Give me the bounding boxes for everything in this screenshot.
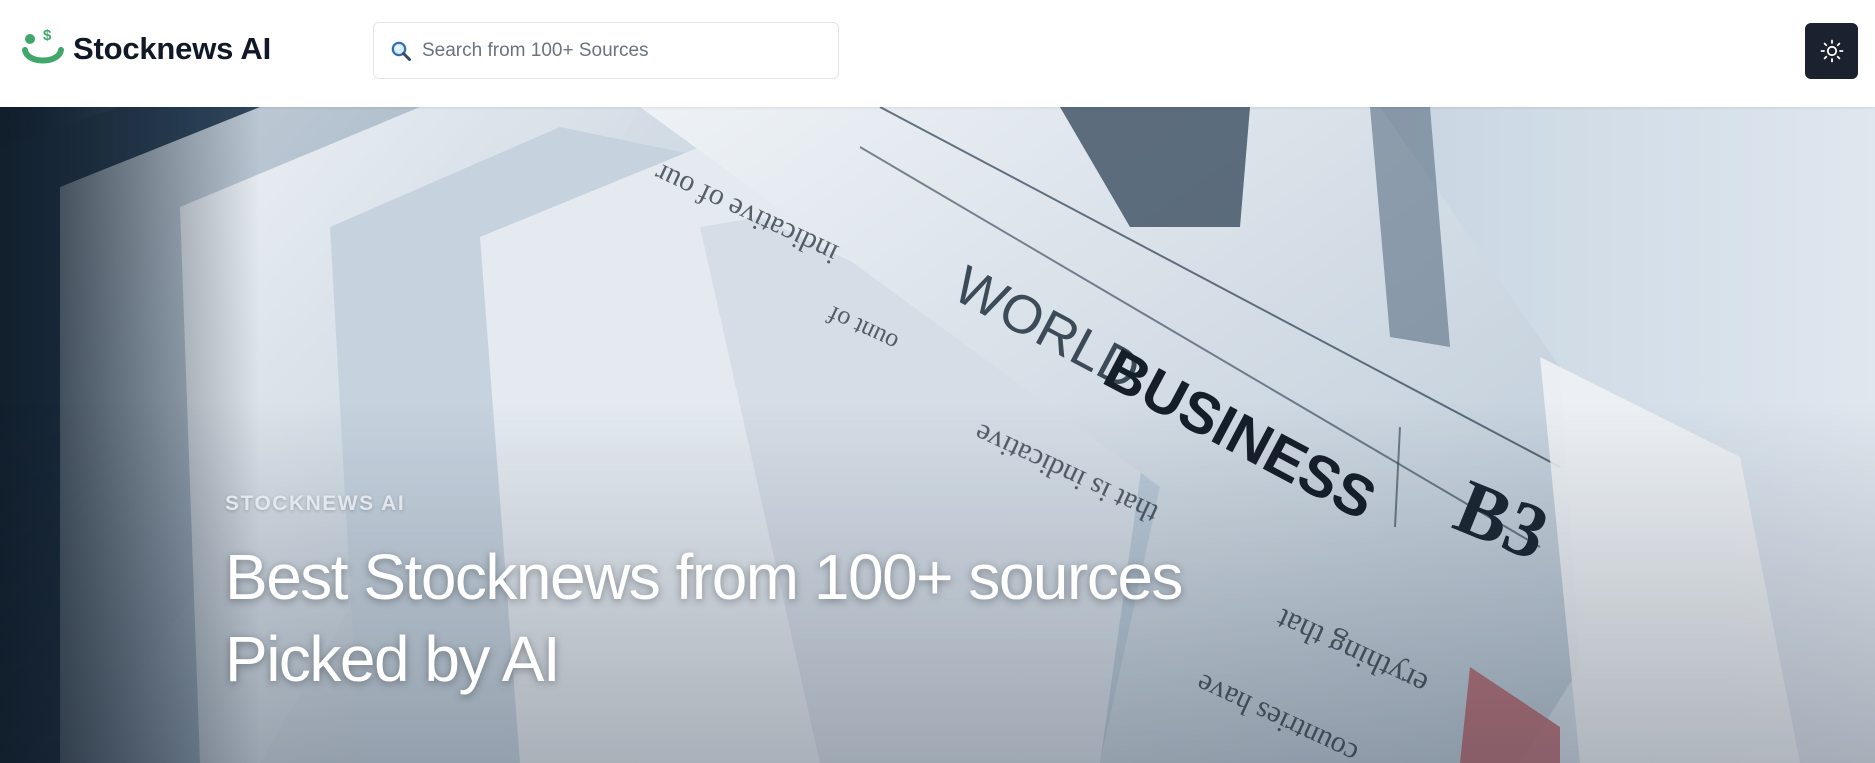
hero-eyebrow: STOCKNEWS AI: [225, 492, 406, 515]
svg-text:$: $: [43, 27, 52, 44]
hero-headline-line-1: Best Stocknews from 100+ sources: [225, 541, 1183, 613]
hero-headline-line-2: Picked by AI: [225, 623, 561, 695]
theme-toggle-button[interactable]: [1805, 23, 1858, 79]
hero-banner: WORLD BUSINESS B3 indicative of our ount…: [0, 107, 1875, 763]
brand-logo-link[interactable]: $ Stocknews AI: [21, 26, 271, 72]
search-icon: [391, 41, 411, 61]
hero-headline: Best Stocknews from 100+ sources Picked …: [225, 536, 1325, 700]
hero-content: STOCKNEWS AI Best Stocknews from 100+ so…: [225, 492, 1325, 700]
smile-dollar-icon: $: [22, 27, 64, 64]
sun-icon: [1820, 39, 1843, 63]
search-box[interactable]: [373, 22, 839, 79]
search-input[interactable]: [422, 39, 822, 62]
brand-name: Stocknews AI: [73, 31, 272, 66]
top-navbar: $ Stocknews AI: [0, 0, 1875, 107]
